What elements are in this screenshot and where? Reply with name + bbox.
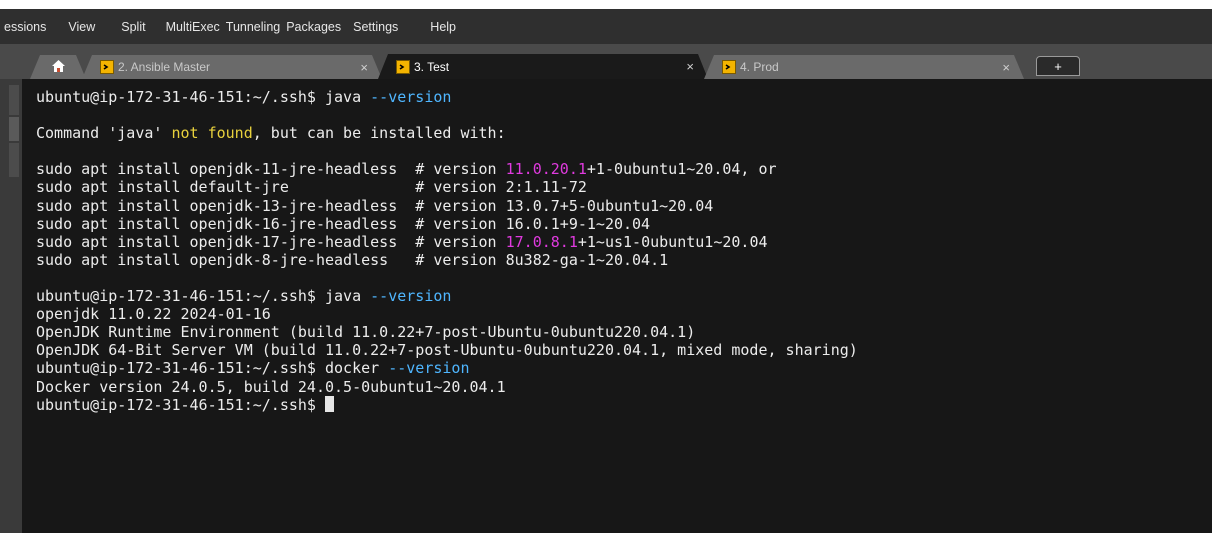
terminal-line: sudo apt install openjdk-16-jre-headless… bbox=[36, 215, 1212, 233]
terminal-text: sudo apt install openjdk-8-jre-headless … bbox=[36, 250, 669, 269]
terminal-line: sudo apt install openjdk-11-jre-headless… bbox=[36, 160, 1212, 178]
terminal-text: , but can be installed with: bbox=[252, 124, 506, 143]
tab-label: 3. Test bbox=[414, 59, 450, 74]
menu-view[interactable]: View bbox=[68, 20, 109, 34]
terminal-line: ubuntu@ip-172-31-46-151:~/.ssh$ bbox=[36, 395, 1212, 414]
terminal-line: ubuntu@ip-172-31-46-151:~/.ssh$ java --v… bbox=[36, 88, 1212, 106]
gutter-marker bbox=[9, 143, 19, 177]
terminal-session-icon bbox=[100, 60, 114, 74]
terminal-line: Docker version 24.0.5, build 24.0.5-0ubu… bbox=[36, 378, 1212, 396]
gutter-marker bbox=[9, 85, 19, 115]
cursor bbox=[324, 395, 334, 412]
terminal-output[interactable]: ubuntu@ip-172-31-46-151:~/.ssh$ java --v… bbox=[22, 79, 1212, 533]
tab-label: 2. Ansible Master bbox=[118, 60, 211, 74]
new-tab-button[interactable]: + bbox=[1036, 56, 1080, 76]
terminal-text: 11.0.20.1 bbox=[505, 160, 587, 179]
tab-label: 4. Prod bbox=[740, 60, 779, 74]
terminal-text: ubuntu@ip-172-31-46-151:~/.ssh$ docker bbox=[36, 359, 389, 378]
plus-icon: + bbox=[1054, 58, 1062, 74]
terminal-line: openjdk 11.0.22 2024-01-16 bbox=[36, 305, 1212, 323]
terminal-text: openjdk 11.0.22 2024-01-16 bbox=[36, 305, 271, 324]
menu-sessions[interactable]: essions bbox=[0, 20, 60, 34]
close-icon[interactable]: × bbox=[686, 59, 694, 74]
terminal-text: +1~us1-0ubuntu1~20.04 bbox=[577, 232, 768, 251]
terminal-text: sudo apt install openjdk-17-jre-headless… bbox=[36, 232, 506, 251]
home-icon bbox=[51, 59, 66, 76]
terminal-line: ubuntu@ip-172-31-46-151:~/.ssh$ docker -… bbox=[36, 359, 1212, 377]
close-icon[interactable]: × bbox=[360, 60, 368, 75]
window-top-edge bbox=[0, 0, 1212, 9]
terminal-line: sudo apt install openjdk-17-jre-headless… bbox=[36, 233, 1212, 251]
terminal-line: sudo apt install default-jre # version 2… bbox=[36, 178, 1212, 196]
menu-packages[interactable]: Packages bbox=[286, 20, 355, 34]
tab-ansible-master[interactable]: 2. Ansible Master × bbox=[82, 55, 382, 79]
tab-test[interactable]: 3. Test × bbox=[378, 54, 708, 79]
terminal-text: ubuntu@ip-172-31-46-151:~/.ssh$ bbox=[36, 395, 325, 414]
close-icon[interactable]: × bbox=[1002, 60, 1010, 75]
terminal-text: ubuntu@ip-172-31-46-151:~/.ssh$ java bbox=[36, 88, 371, 106]
terminal-line: sudo apt install openjdk-13-jre-headless… bbox=[36, 197, 1212, 215]
terminal-text: not found bbox=[171, 124, 253, 143]
terminal-text: Command 'java' bbox=[36, 124, 172, 143]
tab-home[interactable] bbox=[30, 55, 86, 79]
terminal-text: Docker version 24.0.5, build 24.0.5-0ubu… bbox=[36, 377, 506, 396]
gutter-marker[interactable] bbox=[9, 117, 19, 141]
menu-settings[interactable]: Settings bbox=[353, 20, 412, 34]
terminal-text: OpenJDK 64-Bit Server VM (build 11.0.22+… bbox=[36, 341, 858, 360]
terminal-line: OpenJDK Runtime Environment (build 11.0.… bbox=[36, 323, 1212, 341]
terminal-text: --version bbox=[370, 88, 452, 106]
terminal-session-icon bbox=[396, 60, 410, 74]
menu-help[interactable]: Help bbox=[430, 20, 470, 34]
terminal-session-icon bbox=[722, 60, 736, 74]
menu-bar: essions View Split MultiExec Tunneling P… bbox=[0, 9, 1212, 44]
terminal-text: --version bbox=[370, 287, 452, 306]
terminal-text: sudo apt install default-jre # version 2… bbox=[36, 178, 587, 197]
terminal-text: 17.0.8.1 bbox=[505, 232, 578, 251]
terminal-line: OpenJDK 64-Bit Server VM (build 11.0.22+… bbox=[36, 341, 1212, 359]
terminal-text: --version bbox=[388, 359, 470, 378]
terminal-text: OpenJDK Runtime Environment (build 11.0.… bbox=[36, 323, 696, 342]
menu-split[interactable]: Split bbox=[121, 20, 159, 34]
terminal-text: ubuntu@ip-172-31-46-151:~/.ssh$ java bbox=[36, 287, 371, 306]
side-panel-gutter bbox=[0, 79, 22, 533]
terminal-line: sudo apt install openjdk-8-jre-headless … bbox=[36, 251, 1212, 269]
menu-tunneling[interactable]: Tunneling bbox=[226, 20, 294, 34]
menu-multiexec[interactable]: MultiExec bbox=[166, 20, 234, 34]
tab-prod[interactable]: 4. Prod × bbox=[704, 55, 1024, 79]
terminal-text: sudo apt install openjdk-13-jre-headless… bbox=[36, 196, 714, 215]
terminal-text: sudo apt install openjdk-11-jre-headless… bbox=[36, 160, 506, 179]
tab-bar: 2. Ansible Master × 3. Test × 4. Prod × … bbox=[0, 44, 1212, 79]
terminal-text: sudo apt install openjdk-16-jre-headless… bbox=[36, 214, 651, 233]
terminal-line: Command 'java' not found, but can be ins… bbox=[36, 124, 1212, 142]
terminal-text: +1-0ubuntu1~20.04, or bbox=[586, 160, 777, 179]
terminal-line: ubuntu@ip-172-31-46-151:~/.ssh$ java --v… bbox=[36, 287, 1212, 305]
